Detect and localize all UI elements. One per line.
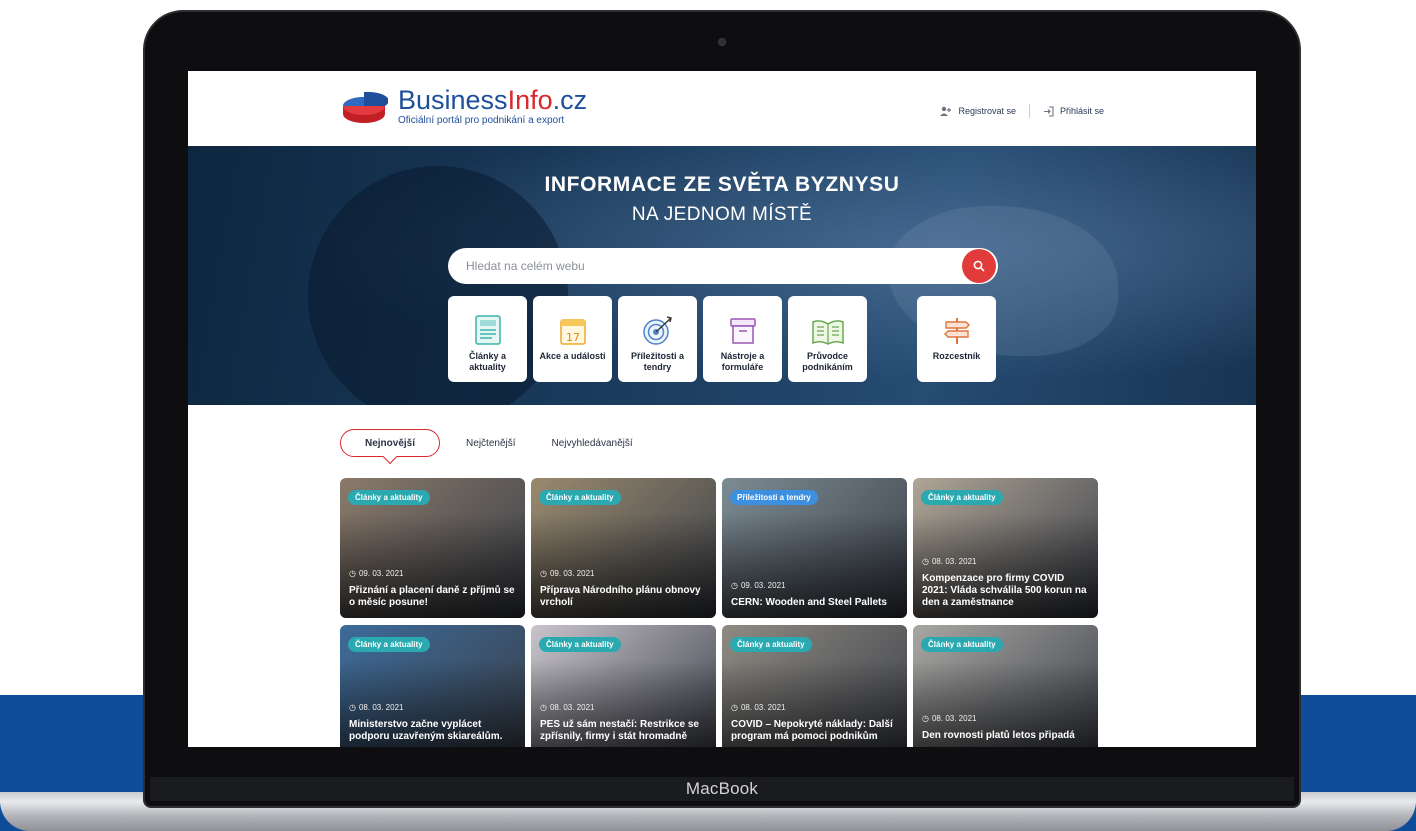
article-date-text: 08. 03. 2021 bbox=[931, 557, 977, 566]
archive-box-icon bbox=[729, 318, 756, 344]
category-badge: Články a aktuality bbox=[348, 637, 430, 652]
category-tools[interactable]: Nástroje a formuláře bbox=[703, 296, 782, 382]
site-logo[interactable]: BusinessInfo.cz Oficiální portál pro pod… bbox=[340, 87, 587, 126]
article-date-text: 08. 03. 2021 bbox=[740, 703, 786, 712]
article-card[interactable]: Články a aktuality ◷ 08. 03. 2021 COVID –… bbox=[722, 625, 907, 747]
article-date-text: 08. 03. 2021 bbox=[549, 703, 595, 712]
article-date-text: 08. 03. 2021 bbox=[358, 703, 404, 712]
category-badge: Články a aktuality bbox=[539, 490, 621, 505]
calendar-icon: 17 bbox=[559, 319, 586, 345]
article-date: ◷ 09. 03. 2021 bbox=[731, 581, 785, 590]
book-icon bbox=[811, 320, 844, 345]
category-events[interactable]: 17 Akce a události bbox=[533, 296, 612, 382]
article-card[interactable]: Články a aktuality ◷ 08. 03. 2021 Kompenz… bbox=[913, 478, 1098, 618]
hero-banner: INFORMACE ZE SVĚTA BYZNYSU NA JEDNOM MÍS… bbox=[188, 146, 1256, 405]
category-label: Příležitosti a tendry bbox=[630, 351, 684, 372]
article-title: Ministerstvo začne vyplácet podporu uzav… bbox=[349, 719, 503, 742]
article-tabs: Nejnovější Nejčtenější Nejvyhledávanější bbox=[340, 428, 651, 458]
site-search bbox=[448, 248, 998, 284]
clock-icon: ◷ bbox=[731, 581, 738, 590]
article-card[interactable]: Články a aktuality ◷ 09. 03. 2021 Přiznán… bbox=[340, 478, 525, 618]
signpost-icon bbox=[943, 318, 970, 344]
laptop-chin: MacBook bbox=[150, 777, 1294, 801]
add-user-icon bbox=[940, 106, 952, 116]
category-badge: Články a aktuality bbox=[921, 637, 1003, 652]
logo-wordmark: BusinessInfo.cz bbox=[398, 85, 588, 115]
register-label: Registrovat se bbox=[958, 106, 1016, 116]
category-articles[interactable]: Články a aktuality bbox=[448, 296, 527, 382]
hero-subtitle: NA JEDNOM MÍSTĚ bbox=[631, 204, 813, 225]
category-badge: Články a aktuality bbox=[730, 637, 812, 652]
category-badge: Příležitosti a tendry bbox=[730, 490, 818, 505]
site-header: BusinessInfo.cz Oficiální portál pro pod… bbox=[188, 71, 1256, 146]
search-icon bbox=[973, 260, 985, 272]
clock-icon: ◷ bbox=[540, 569, 547, 578]
category-shortcuts: Články a aktuality 17 Akce a události Př… bbox=[448, 296, 998, 382]
article-date: ◷ 09. 03. 2021 bbox=[349, 569, 403, 578]
article-date-text: 08. 03. 2021 bbox=[931, 714, 977, 723]
clock-icon: ◷ bbox=[349, 703, 356, 712]
category-signpost[interactable]: Rozcestník bbox=[917, 296, 996, 382]
category-tenders[interactable]: Příležitosti a tendry bbox=[618, 296, 697, 382]
browser-viewport: BusinessInfo.cz Oficiální portál pro pod… bbox=[188, 71, 1256, 747]
article-title: Kompenzace pro firmy COVID 2021: Vláda s… bbox=[922, 573, 1087, 608]
category-badge: Články a aktuality bbox=[348, 490, 430, 505]
article-title: Den rovnosti platů letos připadá bbox=[922, 730, 1075, 741]
search-button[interactable] bbox=[962, 249, 996, 283]
article-date: ◷ 08. 03. 2021 bbox=[922, 557, 976, 566]
article-date: ◷ 08. 03. 2021 bbox=[731, 703, 785, 712]
category-label: Rozcestník bbox=[932, 351, 981, 361]
category-label: Články a aktuality bbox=[468, 351, 507, 372]
article-date-text: 09. 03. 2021 bbox=[740, 581, 786, 590]
article-date: ◷ 08. 03. 2021 bbox=[540, 703, 594, 712]
auth-divider bbox=[1028, 104, 1030, 118]
category-label: Průvodce podnikáním bbox=[802, 351, 853, 372]
webcam bbox=[718, 38, 726, 46]
category-label: Nástroje a formuláře bbox=[720, 351, 765, 372]
article-card[interactable]: Články a aktuality ◷ 08. 03. 2021 PES už … bbox=[531, 625, 716, 747]
clock-icon: ◷ bbox=[922, 557, 929, 566]
clock-icon: ◷ bbox=[540, 703, 547, 712]
login-label: Přihlásit se bbox=[1059, 106, 1104, 116]
article-card[interactable]: Články a aktuality ◷ 08. 03. 2021 Ministe… bbox=[340, 625, 525, 747]
category-guide[interactable]: Průvodce podnikáním bbox=[788, 296, 867, 382]
clock-icon: ◷ bbox=[349, 569, 356, 578]
category-badge: Články a aktuality bbox=[921, 490, 1003, 505]
category-label: Akce a události bbox=[539, 351, 606, 361]
device-label: MacBook bbox=[685, 779, 759, 798]
article-card[interactable]: Články a aktuality ◷ 09. 03. 2021 Příprav… bbox=[531, 478, 716, 618]
login-link[interactable]: Přihlásit se bbox=[1043, 105, 1104, 117]
category-badge: Články a aktuality bbox=[539, 637, 621, 652]
article-title: CERN: Wooden and Steel Pallets bbox=[731, 597, 887, 608]
article-date: ◷ 09. 03. 2021 bbox=[540, 569, 594, 578]
login-icon bbox=[1043, 105, 1054, 117]
search-input[interactable] bbox=[466, 248, 946, 284]
tab-newest[interactable]: Nejnovější bbox=[340, 429, 441, 457]
article-date-text: 09. 03. 2021 bbox=[549, 569, 595, 578]
svg-text:17: 17 bbox=[566, 331, 580, 344]
article-title: COVID – Nepokryté náklady: Další program… bbox=[731, 719, 893, 742]
article-card[interactable]: Příležitosti a tendry ◷ 09. 03. 2021 CERN… bbox=[722, 478, 907, 618]
article-card[interactable]: Články a aktuality ◷ 08. 03. 2021 Den rov… bbox=[913, 625, 1098, 747]
target-icon bbox=[642, 316, 672, 345]
article-date: ◷ 08. 03. 2021 bbox=[922, 714, 976, 723]
clock-icon: ◷ bbox=[731, 703, 738, 712]
hero-title: INFORMACE ZE SVĚTA BYZNYSU bbox=[544, 173, 900, 196]
marketing-stage: MacBook BusinessInfo.cz Oficiální portál… bbox=[0, 0, 1416, 831]
article-title: Přiznání a placení daně z příjmů se o mě… bbox=[349, 585, 515, 608]
article-date: ◷ 08. 03. 2021 bbox=[349, 703, 403, 712]
tab-most-searched[interactable]: Nejvyhledávanější bbox=[534, 429, 651, 457]
register-link[interactable]: Registrovat se bbox=[940, 106, 1016, 116]
logo-tagline: Oficiální portál pro podnikání a export bbox=[398, 115, 565, 126]
article-title: PES už sám nestačí: Restrikce se zpřísni… bbox=[540, 719, 699, 742]
tab-most-read[interactable]: Nejčtenější bbox=[448, 429, 533, 457]
newspaper-icon bbox=[474, 315, 501, 345]
auth-links: Registrovat se Přihlásit se bbox=[940, 104, 1104, 118]
logo-pie-icon bbox=[340, 88, 389, 126]
article-title: Příprava Národního plánu obnovy vrcholí bbox=[540, 585, 701, 608]
article-date-text: 09. 03. 2021 bbox=[358, 569, 404, 578]
clock-icon: ◷ bbox=[922, 714, 929, 723]
